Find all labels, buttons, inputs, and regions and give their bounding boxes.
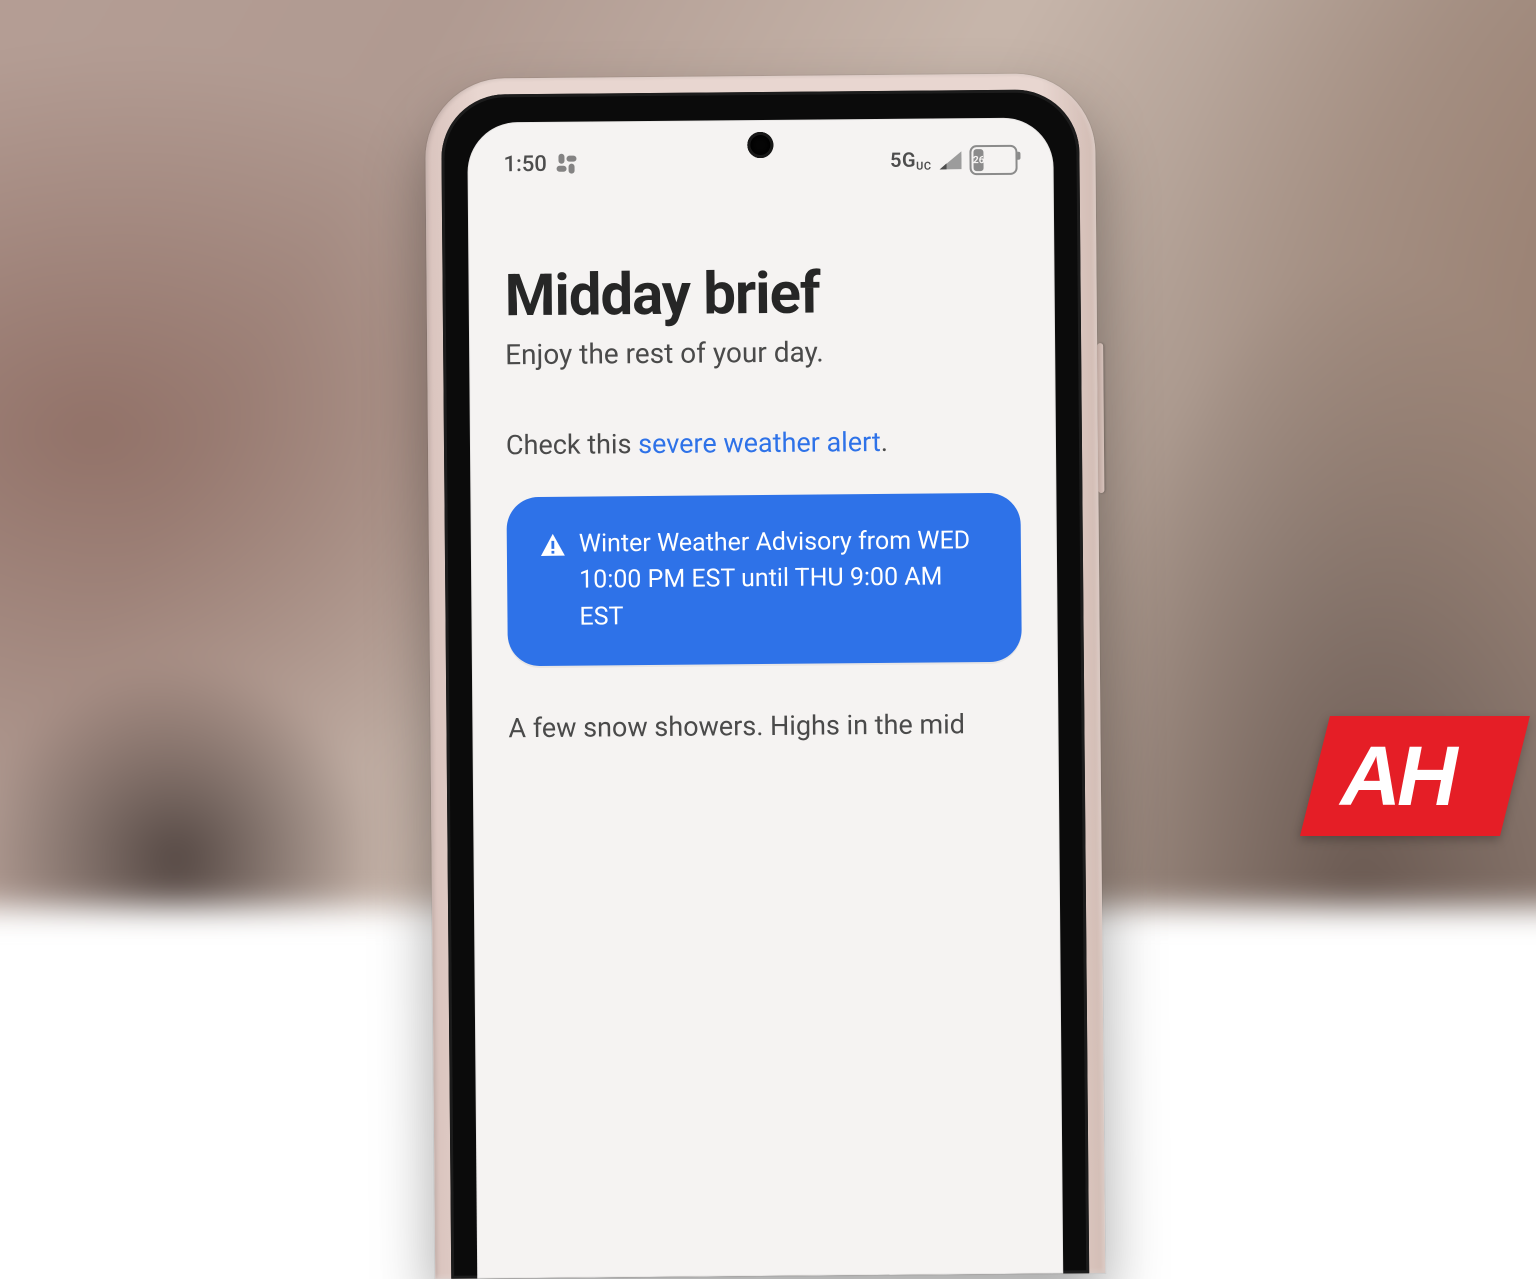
network-type: 5G xyxy=(890,147,916,171)
cellular-signal-icon xyxy=(939,151,961,169)
warning-icon xyxy=(541,531,565,567)
phone-frame: 1:50 5GUC 26 xyxy=(425,73,1105,1279)
status-left: 1:50 xyxy=(503,151,577,177)
page-subtitle: Enjoy the rest of your day. xyxy=(505,334,1019,371)
phone-screen[interactable]: 1:50 5GUC 26 xyxy=(467,117,1063,1278)
advisory-text: Winter Weather Advisory from WED 10:00 P… xyxy=(579,523,988,635)
alert-suffix: . xyxy=(881,426,888,458)
status-time: 1:50 xyxy=(503,151,547,176)
phone-bezel: 1:50 5GUC 26 xyxy=(441,89,1089,1279)
battery-icon: 26 xyxy=(969,145,1017,175)
watermark-text: AH xyxy=(1300,716,1500,836)
page-title: Midday brief xyxy=(504,258,1019,330)
publisher-watermark: AH xyxy=(1300,716,1500,836)
slack-icon xyxy=(557,154,577,174)
alert-prefix: Check this xyxy=(506,428,638,461)
battery-level: 26 xyxy=(973,149,984,171)
severe-weather-link[interactable]: severe weather alert xyxy=(638,426,881,460)
advisory-card[interactable]: Winter Weather Advisory from WED 10:00 P… xyxy=(506,493,1021,666)
network-label: 5GUC xyxy=(890,147,932,174)
content-area[interactable]: Midday brief Enjoy the rest of your day.… xyxy=(504,258,1022,775)
network-sub: UC xyxy=(916,159,932,172)
status-bar: 1:50 5GUC 26 xyxy=(467,117,1054,194)
alert-prompt: Check this severe weather alert. xyxy=(506,425,1020,461)
forecast-text: A few snow showers. Highs in the mid xyxy=(508,706,1022,748)
status-right: 5GUC 26 xyxy=(890,145,1018,176)
